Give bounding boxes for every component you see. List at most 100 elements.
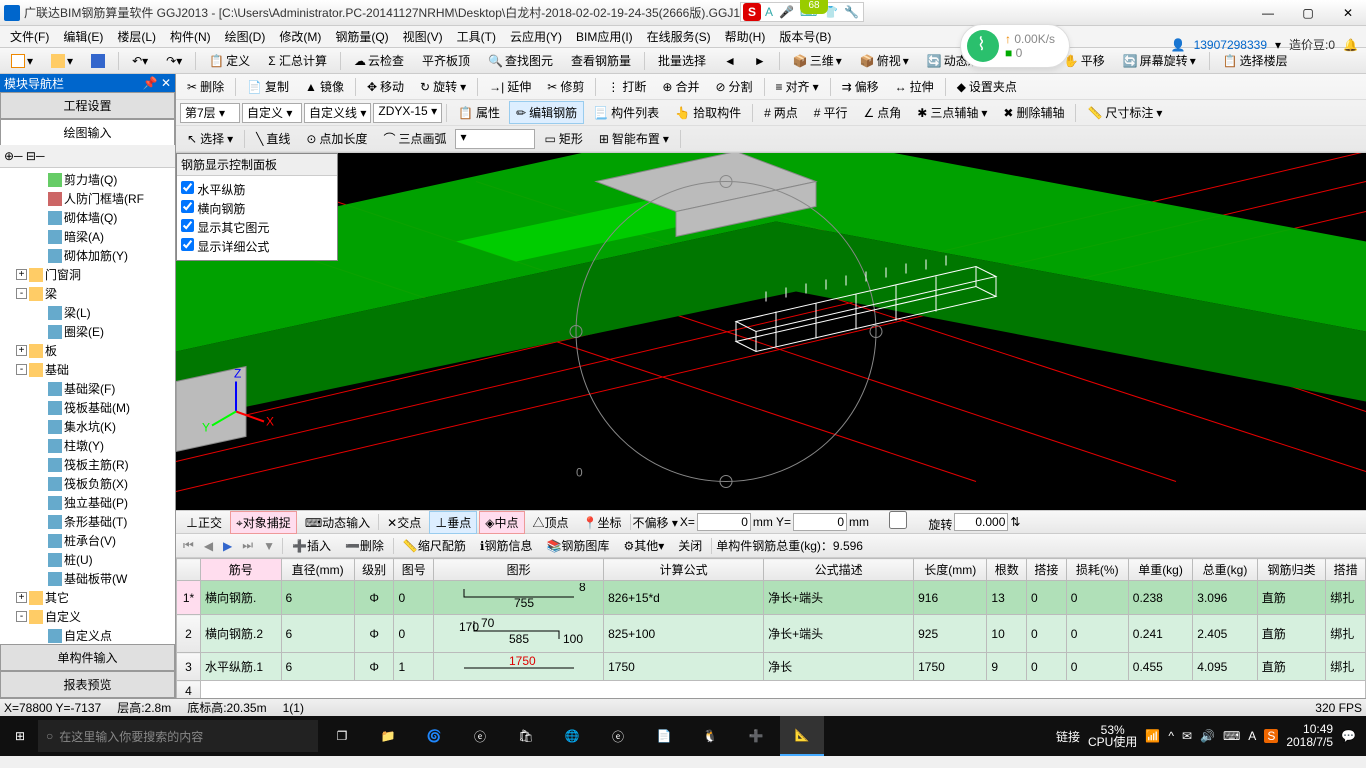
menu-online[interactable]: 在线服务(S) bbox=[641, 26, 717, 47]
end-button[interactable]: △顶点 bbox=[527, 511, 575, 534]
tree-f10[interactable]: 桩(U) bbox=[2, 550, 173, 569]
tree-f8[interactable]: 条形基础(T) bbox=[2, 512, 173, 531]
tab-draw-input[interactable]: 绘图输入 bbox=[0, 119, 175, 145]
up-tray-icon[interactable]: ^ bbox=[1168, 729, 1174, 743]
category-combo[interactable]: 自定义 ▾ bbox=[242, 103, 302, 123]
sogou-tray-icon[interactable]: S bbox=[1264, 729, 1278, 743]
tab-project-setting[interactable]: 工程设置 bbox=[0, 92, 175, 119]
other-button[interactable]: ⚙其他▾ bbox=[618, 535, 669, 556]
system-tray[interactable]: 链接 53%CPU使用 📶 ^ ✉ 🔊 ⌨ A S 10:492018/7/5 … bbox=[1056, 723, 1362, 749]
tree-door-frame[interactable]: 人防门框墙(RF bbox=[2, 189, 173, 208]
mid-button[interactable]: ◈中点 bbox=[479, 511, 524, 534]
parallel-button[interactable]: #平行 bbox=[807, 101, 855, 124]
col-lap[interactable]: 搭接 bbox=[1027, 559, 1067, 581]
perp-button[interactable]: ⊥垂点 bbox=[429, 511, 477, 534]
table-row[interactable]: 1* 横向钢筋.6Φ0 8755 826+15*d净长+端头91613000.2… bbox=[177, 581, 1366, 615]
tree-custom-point[interactable]: 自定义点 bbox=[2, 626, 173, 644]
qq-icon[interactable]: 🐧 bbox=[688, 716, 732, 756]
tree-hidden-beam[interactable]: 暗梁(A) bbox=[2, 227, 173, 246]
close-panel-icon[interactable]: ✕ bbox=[161, 76, 171, 90]
mirror-button[interactable]: ▲镜像 bbox=[298, 75, 351, 98]
ime-mic-icon[interactable]: 🎤 bbox=[777, 5, 796, 19]
coord-button[interactable]: 📍坐标 bbox=[577, 511, 628, 534]
explorer-icon[interactable]: 📁 bbox=[366, 716, 410, 756]
volume-icon[interactable]: 🔊 bbox=[1200, 729, 1215, 743]
chk-transverse[interactable]: 横向钢筋 bbox=[181, 199, 333, 218]
menu-file[interactable]: 文件(F) bbox=[4, 26, 55, 47]
open-button[interactable]: ▾ bbox=[44, 51, 80, 71]
ime-icon[interactable]: A bbox=[1248, 729, 1256, 743]
account-dropdown[interactable]: ▾ bbox=[1275, 38, 1281, 52]
trim-button[interactable]: ✂修剪 bbox=[540, 75, 591, 98]
code-combo[interactable]: ZDYX-15 ▾ bbox=[373, 103, 442, 123]
user-icon[interactable]: 👤 bbox=[1171, 38, 1186, 52]
del-aux-button[interactable]: ✖删除辅轴 bbox=[996, 101, 1071, 124]
taskbar-search[interactable]: ○ 在这里输入你要搜索的内容 bbox=[38, 720, 318, 752]
store-icon[interactable]: 🛍 bbox=[504, 716, 548, 756]
col-desc[interactable]: 公式描述 bbox=[764, 559, 914, 581]
col-tie[interactable]: 搭措 bbox=[1326, 559, 1366, 581]
table-row[interactable]: 4 bbox=[177, 681, 1366, 699]
ortho-button[interactable]: ⊥正交 bbox=[180, 511, 228, 534]
three-aux-button[interactable]: ✱三点辅轴▾ bbox=[910, 101, 994, 124]
col-lvl[interactable]: 级别 bbox=[354, 559, 394, 581]
tree-other[interactable]: +其它 bbox=[2, 588, 173, 607]
table-row[interactable]: 3 水平纵筋.16Φ1 1750 1750净长17509000.4554.095… bbox=[177, 653, 1366, 681]
3d-button[interactable]: 📦三维▾ bbox=[786, 49, 849, 72]
network-pill[interactable]: ↑ 0.00K/s ■ 0 bbox=[960, 24, 1070, 68]
define-button[interactable]: 📋定义 bbox=[202, 49, 257, 72]
rebar-display-panel[interactable]: 钢筋显示控制面板 水平纵筋 横向钢筋 显示其它图元 显示详细公式 bbox=[176, 153, 338, 261]
bell-icon[interactable]: 🔔 bbox=[1343, 38, 1358, 52]
edge-icon[interactable]: ⓔ bbox=[458, 716, 502, 756]
col-cat[interactable]: 钢筋归类 bbox=[1257, 559, 1326, 581]
batch-select-button[interactable]: 批量选择 bbox=[651, 49, 713, 72]
col-no[interactable]: 筋号 bbox=[201, 559, 282, 581]
delete-row-button[interactable]: ➖删除 bbox=[340, 535, 389, 556]
tree-f7[interactable]: 独立基础(P) bbox=[2, 493, 173, 512]
clock[interactable]: 10:492018/7/5 bbox=[1286, 723, 1333, 749]
menu-draw[interactable]: 绘图(D) bbox=[219, 26, 272, 47]
copy-button[interactable]: 📄复制 bbox=[240, 75, 296, 98]
set-grip-button[interactable]: ◆设置夹点 bbox=[950, 75, 1024, 98]
col-img[interactable]: 图号 bbox=[394, 559, 434, 581]
ime-a[interactable]: A bbox=[763, 5, 775, 19]
angle-button[interactable]: ∠点角 bbox=[856, 101, 908, 124]
first-nav[interactable]: ⏮ bbox=[180, 538, 197, 553]
wifi-tray-icon[interactable]: 📶 bbox=[1145, 729, 1160, 743]
menu-rebar[interactable]: 钢筋量(Q) bbox=[329, 26, 394, 47]
rect-button[interactable]: ▭矩形 bbox=[537, 127, 589, 150]
close-button[interactable]: ✕ bbox=[1334, 6, 1362, 20]
col-formula[interactable]: 计算公式 bbox=[604, 559, 764, 581]
insert-row-button[interactable]: ➕插入 bbox=[287, 535, 336, 556]
move-button[interactable]: ✥移动 bbox=[360, 75, 411, 98]
rotate-input[interactable] bbox=[954, 513, 1008, 531]
merge-button[interactable]: ⊕合并 bbox=[655, 75, 706, 98]
col-len[interactable]: 长度(mm) bbox=[914, 559, 987, 581]
ie-icon[interactable]: ⓔ bbox=[596, 716, 640, 756]
subtype-combo[interactable]: 自定义线 ▾ bbox=[304, 103, 371, 123]
tree-f1[interactable]: 基础梁(F) bbox=[2, 379, 173, 398]
arc-button[interactable]: ⌒三点画弧 bbox=[376, 127, 453, 150]
y-input[interactable] bbox=[793, 513, 847, 531]
spinner-icon[interactable]: ⇅ bbox=[1010, 515, 1020, 529]
rebar-info-button[interactable]: ℹ钢筋信息 bbox=[475, 535, 538, 556]
sogou-icon[interactable]: S bbox=[743, 3, 761, 21]
tab-report-preview[interactable]: 报表预览 bbox=[0, 671, 175, 698]
tree-f9[interactable]: 桩承台(V) bbox=[2, 531, 173, 550]
line-button[interactable]: ╲直线 bbox=[249, 127, 297, 150]
app2-icon[interactable]: ➕ bbox=[734, 716, 778, 756]
extend-button[interactable]: →|延伸 bbox=[482, 75, 538, 98]
tree-foundation[interactable]: -基础 bbox=[2, 360, 173, 379]
tray-icon[interactable]: ✉ bbox=[1182, 729, 1192, 743]
collapse-icon[interactable]: ⊟─ bbox=[26, 149, 45, 163]
flat-button[interactable]: 平齐板顶 bbox=[415, 49, 477, 72]
tree-f4[interactable]: 柱墩(Y) bbox=[2, 436, 173, 455]
pin-icon[interactable]: 📌 bbox=[143, 76, 158, 90]
offset-combo[interactable]: 不偏移 ▾ bbox=[633, 514, 678, 531]
table-row[interactable]: 2 横向钢筋.26Φ0 17070585100 825+100净长+端头9251… bbox=[177, 615, 1366, 653]
browser-icon[interactable]: 🌐 bbox=[550, 716, 594, 756]
tree-f3[interactable]: 集水坑(K) bbox=[2, 417, 173, 436]
menu-component[interactable]: 构件(N) bbox=[164, 26, 217, 47]
account-number[interactable]: 13907298339 bbox=[1194, 38, 1267, 52]
tree-masonry[interactable]: 砌体墙(Q) bbox=[2, 208, 173, 227]
